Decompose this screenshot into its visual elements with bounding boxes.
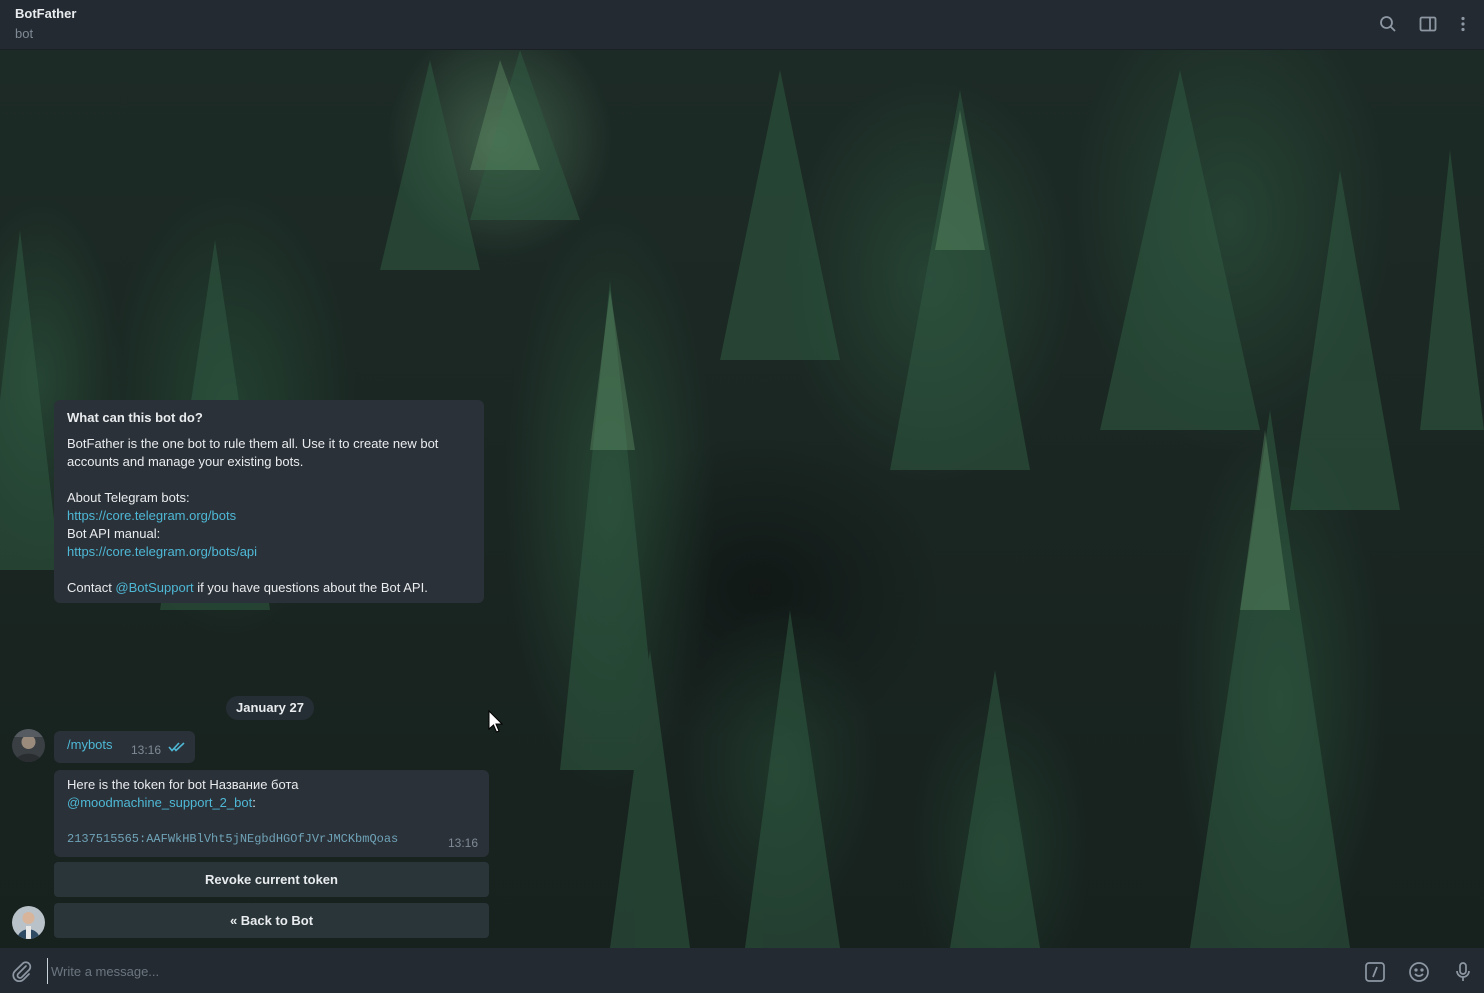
message-input[interactable]: [47, 958, 1343, 984]
outgoing-message: /mybots 13:16: [54, 731, 195, 763]
contact-suffix: if you have questions about the Bot API.: [193, 580, 428, 595]
api-manual-link[interactable]: https://core.telegram.org/bots/api: [67, 543, 471, 561]
about-bots-label: About Telegram bots:: [67, 490, 190, 505]
double-check-icon: [168, 742, 185, 752]
attach-icon[interactable]: [11, 960, 33, 982]
contact-line: Contact @BotSupport if you have question…: [67, 579, 471, 597]
emoji-icon[interactable]: [1407, 960, 1431, 984]
search-icon[interactable]: [1377, 13, 1399, 35]
message-time: 13:16: [131, 743, 162, 757]
chat-header: BotFather bot: [0, 0, 1484, 50]
bot-username-mention[interactable]: @moodmachine_support_2_bot: [67, 795, 252, 810]
about-bots-link[interactable]: https://core.telegram.org/bots: [67, 507, 471, 525]
avatar[interactable]: [12, 729, 45, 762]
revoke-token-button[interactable]: Revoke current token: [54, 862, 489, 897]
microphone-icon[interactable]: [1451, 960, 1475, 984]
chat-subtitle: bot: [15, 26, 34, 41]
contact-prefix: Contact: [67, 580, 116, 595]
back-to-bot-button[interactable]: « Back to Bot: [54, 903, 489, 938]
message-time: 13:16: [447, 836, 478, 850]
bot-commands-icon[interactable]: [1363, 960, 1387, 984]
bot-info-title: What can this bot do?: [67, 410, 203, 425]
botsupport-mention[interactable]: @BotSupport: [115, 580, 193, 595]
sidebar-toggle-icon[interactable]: [1417, 13, 1439, 35]
mention-suffix: :: [252, 795, 256, 810]
date-separator: January 27: [226, 696, 314, 720]
message-composer: [0, 948, 1484, 993]
bot-avatar[interactable]: [12, 906, 45, 939]
bot-username-line: @moodmachine_support_2_bot:: [67, 794, 476, 812]
chat-title[interactable]: BotFather: [15, 6, 76, 21]
chat-area: What can this bot do? BotFather is the o…: [0, 50, 1484, 948]
more-vert-icon[interactable]: [1452, 13, 1474, 35]
token-intro: Here is the token for bot Название бота: [67, 777, 299, 792]
bot-token[interactable]: 2137515565:AAFWkHBlVht5jNEgbdHGOfJVrJMCK…: [67, 830, 476, 848]
token-message: Here is the token for bot Название бота …: [54, 770, 489, 857]
mybots-command[interactable]: /mybots: [67, 737, 113, 752]
mouse-cursor-icon: [488, 710, 504, 733]
bot-info-message: What can this bot do? BotFather is the o…: [54, 400, 484, 603]
api-manual-label: Bot API manual:: [67, 526, 161, 541]
bot-info-description: BotFather is the one bot to rule them al…: [67, 436, 439, 469]
